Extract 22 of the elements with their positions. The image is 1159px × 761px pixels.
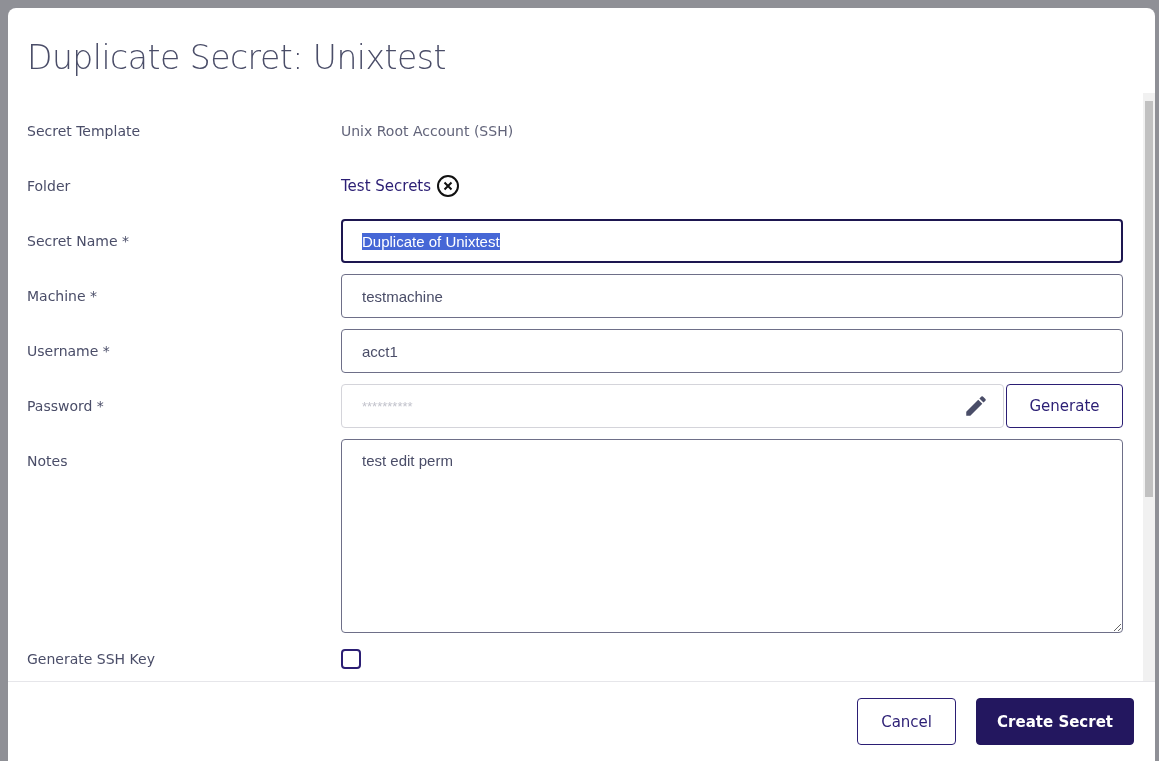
field-label: Generate SSH Key [27, 650, 156, 669]
clear-icon[interactable] [437, 175, 460, 197]
field-label: Username * [27, 342, 111, 361]
generate-button[interactable]: Generate [1006, 384, 1123, 428]
field-label: Secret Name * [27, 232, 130, 251]
text-field[interactable]: testmachine [341, 274, 1123, 318]
create-button[interactable]: Create Secret [976, 698, 1134, 745]
folder-link[interactable]: Test Secrets [341, 177, 432, 195]
text-field[interactable]: Duplicate of Unixtest [341, 219, 1123, 263]
field-label: Folder [27, 177, 72, 196]
field-label: Password * [27, 397, 105, 416]
field-label: Notes [27, 452, 69, 471]
text-field[interactable]: acct1 [341, 329, 1123, 373]
pencil-icon[interactable] [963, 393, 989, 419]
cancel-button[interactable]: Cancel [857, 698, 957, 745]
field-label: Secret Template [27, 122, 142, 141]
dialog-title: Duplicate Secret: Unixtest [26, 37, 447, 79]
template-value: Unix Root Account (SSH) [341, 123, 514, 139]
notes-field[interactable]: test edit perm [341, 439, 1123, 633]
checkbox[interactable] [341, 649, 361, 669]
field-label: Machine * [27, 287, 99, 306]
scrollbar[interactable] [1143, 93, 1155, 681]
